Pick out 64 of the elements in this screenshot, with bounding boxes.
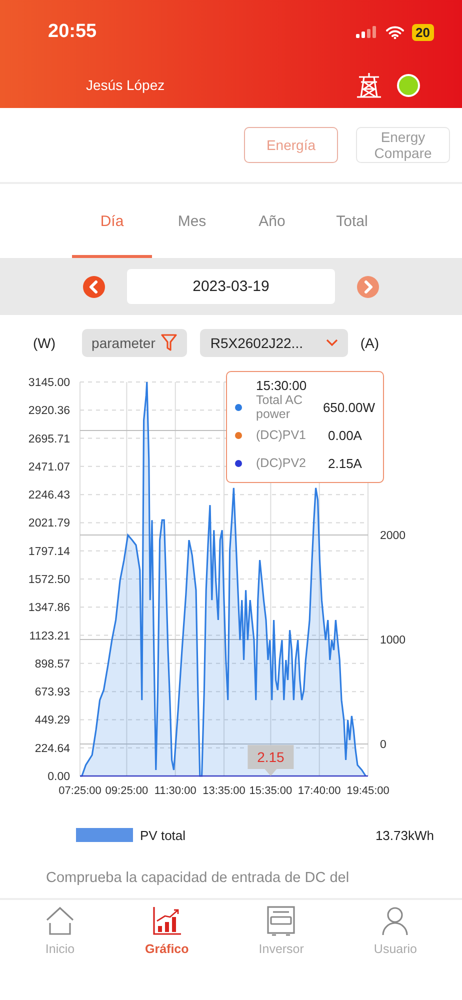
y-axis-label: 1123.21: [29, 630, 70, 642]
tooltip-time: 15:30:00: [255, 378, 308, 393]
legend-swatch: [76, 828, 133, 842]
period-tab[interactable]: Total: [312, 184, 392, 258]
y-axis-label: 1347.86: [28, 602, 70, 614]
right-axis-label: 0: [380, 739, 386, 751]
y-axis-label: 2695.71: [28, 433, 70, 446]
y-axis-label: 2920.36: [28, 405, 70, 418]
view-toggle-button[interactable]: Energy Compare: [356, 127, 450, 163]
y-axis-label: 2021.79: [28, 518, 70, 530]
tooltip-label: Total AC power: [256, 393, 304, 421]
right-axis-label: 1000: [380, 634, 406, 646]
right-axis-label: 2000: [380, 530, 406, 542]
status-time: 20:55: [48, 21, 97, 43]
inverter-icon: [266, 906, 296, 936]
status-dot: [397, 74, 420, 96]
note-text: Comprueba la capacidad de entrada de DC del: [45, 870, 350, 888]
period-tab[interactable]: Mes: [152, 184, 232, 258]
user-name: Jesús López: [86, 77, 166, 93]
y-axis-label: 3145.00: [28, 377, 70, 389]
nav-item[interactable]: Gráfico: [139, 906, 195, 962]
x-axis-label: 17:40:00: [298, 785, 341, 797]
nav-item[interactable]: Inversor: [252, 906, 310, 962]
view-toggle-button[interactable]: Energía: [244, 127, 338, 163]
caret-icon: [326, 338, 338, 346]
pylon-icon[interactable]: [355, 72, 383, 98]
tooltip-value: 0.00A: [328, 428, 362, 442]
y-axis-label: 0.00: [48, 771, 70, 783]
x-axis-label: 13:35:00: [202, 785, 246, 797]
home-icon: [45, 906, 75, 936]
y-axis-label: 2246.43: [28, 490, 70, 502]
date-field[interactable]: 2023-03-19: [127, 269, 335, 304]
right-axis-unit: (A): [360, 334, 380, 350]
tooltip-value: 650.00W: [322, 400, 375, 414]
x-axis-label: 09:25:00: [105, 785, 148, 797]
x-axis-label: 07:25:00: [58, 785, 102, 797]
y-axis-label: 1572.50: [28, 574, 70, 586]
user-icon: [380, 906, 410, 936]
x-axis-label: 19:45:00: [346, 785, 390, 797]
wifi-icon: [386, 26, 404, 38]
signal-icon: [356, 26, 378, 38]
battery-indicator: 20: [412, 24, 434, 40]
y-axis-label: 673.93: [34, 686, 70, 699]
parameter-filter-button[interactable]: parameter: [82, 328, 188, 356]
tooltip-label: (DC)PV1: [256, 428, 308, 442]
chart-icon: [152, 906, 182, 936]
x-axis-label: 11:30:00: [154, 785, 196, 797]
y-axis-label: 449.29: [34, 714, 70, 727]
legend-label: PV total: [140, 828, 187, 842]
nav-item[interactable]: Inicio: [39, 906, 81, 962]
filter-icon: [161, 334, 178, 352]
y-axis-label: 1797.14: [28, 546, 70, 558]
device-dropdown[interactable]: R5X2602J22...: [200, 328, 348, 356]
y-axis-label: 898.57: [34, 658, 70, 670]
nav-item[interactable]: Usuario: [368, 906, 423, 962]
left-axis-unit: (W): [33, 334, 56, 350]
tooltip-label: (DC)PV2: [256, 456, 308, 470]
y-axis-label: 2471.07: [28, 461, 70, 474]
y-axis-label: 224.64: [34, 742, 70, 755]
annotation: 2.15: [257, 749, 285, 765]
energy-total: 13.73kWh: [375, 828, 434, 842]
x-axis-label: 15:35:00: [249, 785, 292, 797]
period-tab[interactable]: Año: [232, 184, 312, 258]
tooltip-value: 2.15A: [328, 456, 362, 470]
